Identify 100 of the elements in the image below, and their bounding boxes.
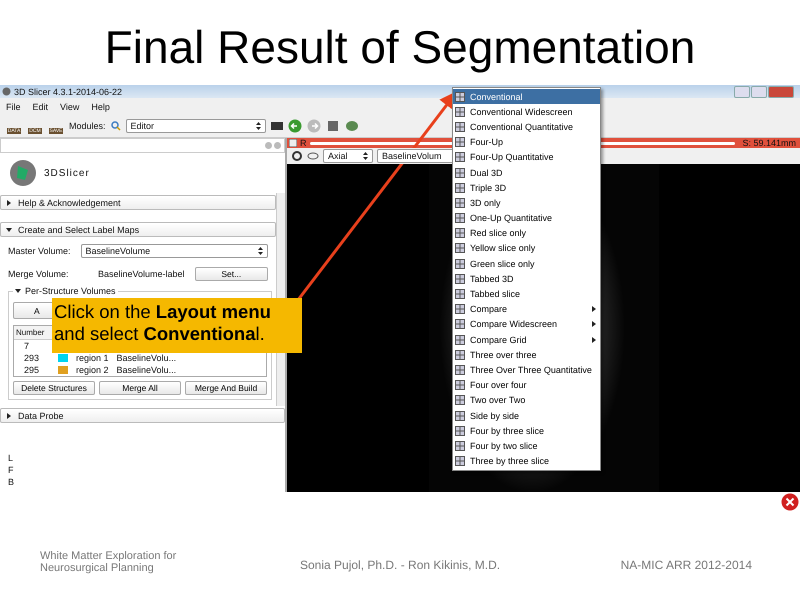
menu-item[interactable]: 3D only — [453, 195, 600, 210]
menu-item[interactable]: Tabbed 3D — [453, 271, 600, 286]
menu-item[interactable]: Four over four — [453, 378, 600, 393]
layout-grid-icon — [455, 182, 465, 193]
menu-item[interactable]: Red slice only — [453, 226, 600, 241]
menu-item[interactable]: Four-Up — [453, 134, 600, 150]
probe-label: L — [8, 453, 14, 463]
table-cell-text: 295 — [24, 365, 40, 375]
layout-grid-icon — [455, 137, 465, 148]
footer-text: White Matter Exploration for Neurosurgical Planning — [40, 550, 178, 574]
section-header[interactable]: Help & Acknowledgement — [0, 195, 276, 210]
section-title: Data Probe — [18, 410, 64, 420]
collapsed-arrow-icon — [6, 412, 12, 418]
table-cell: region 2 — [76, 365, 109, 375]
menu-item[interactable]: Conventional — [453, 89, 600, 104]
probe-label: B — [8, 477, 16, 487]
slice-label: R — [300, 138, 306, 148]
action-button[interactable]: Merge And Build — [185, 381, 267, 395]
instruction-tooltip: Click on the Layout menu and select Conventional. — [52, 298, 302, 353]
menu-item[interactable]: Compare — [453, 302, 600, 317]
menu-item[interactable]: Two over Two — [453, 392, 600, 408]
section-header[interactable]: Create and Select Label Maps — [0, 222, 276, 237]
search-icon[interactable] — [110, 121, 121, 131]
layout-grid-icon — [455, 198, 465, 208]
section-title: Help & Acknowledgement — [18, 198, 121, 208]
slice-offset: S: 59.141mm — [741, 138, 797, 148]
menu-item[interactable]: Compare Grid — [453, 332, 600, 348]
layout-grid-icon — [455, 258, 465, 269]
submenu-arrow-icon — [592, 306, 596, 312]
expanded-arrow-icon — [15, 288, 21, 294]
collapsed-arrow-icon — [6, 200, 12, 206]
spinner-arrows-icon — [363, 152, 368, 160]
menu-item[interactable]: Four by three slice — [453, 423, 600, 438]
eye-icon[interactable] — [307, 151, 319, 161]
menu-item[interactable]: Three Over Three Quantitative — [453, 362, 600, 378]
field-label: Master Volume: — [8, 246, 71, 256]
menu-item[interactable]: Green slice only — [453, 256, 600, 272]
spinner-arrows-icon — [256, 122, 261, 130]
menu-item[interactable]: Three by three slice — [453, 454, 600, 469]
menu-item[interactable]: Triple 3D — [453, 180, 600, 196]
section-header[interactable]: Data Probe — [0, 408, 285, 423]
link-icon[interactable] — [291, 150, 303, 162]
module-dropdown[interactable]: Editor — [126, 119, 266, 133]
field-label: Merge Volume: — [8, 268, 70, 278]
table-cell: BaselineVolu... — [116, 365, 176, 375]
layout-grid-icon — [455, 334, 465, 345]
logo-text: 3DSlicer — [44, 168, 90, 178]
table-cell: BaselineVolu... — [116, 353, 176, 363]
orientation-dropdown[interactable]: Axial — [323, 149, 373, 163]
menu-item[interactable]: Compare Widescreen — [453, 316, 600, 332]
layout-grid-icon — [455, 350, 465, 360]
close-button[interactable] — [768, 86, 794, 98]
action-button[interactable]: Delete Structures — [13, 381, 95, 395]
table-cell-text: 7 — [24, 341, 30, 351]
menu-item[interactable]: Help — [91, 102, 110, 112]
menu-item[interactable]: Three over three — [453, 347, 600, 362]
menu-item[interactable]: One-Up Quantitative — [453, 210, 600, 226]
layout-grid-icon — [455, 152, 465, 162]
menu-item[interactable]: Side by side — [453, 408, 600, 424]
footer-text: Sonia Pujol, Ph.D. - Ron Kikinis, M.D. — [300, 558, 500, 572]
expanded-arrow-icon — [6, 226, 12, 232]
layout-grid-icon — [455, 319, 465, 330]
layout-grid-icon — [455, 304, 465, 314]
menu-item[interactable]: Dual 3D — [453, 164, 600, 180]
menu-item[interactable]: Yellow slice only — [453, 240, 600, 256]
table-cell: region 1 — [76, 353, 109, 363]
menu-item[interactable]: Conventional Widescreen — [453, 104, 600, 120]
table-cell-text: 293 — [24, 353, 40, 363]
column-header: Number — [16, 328, 44, 337]
master-volume-dropdown[interactable]: BaselineVolume — [80, 244, 268, 258]
layout-grid-icon — [455, 122, 465, 132]
slide-title: Final Result of Segmentation — [104, 20, 696, 74]
modules-label: Modules: — [69, 121, 106, 131]
layout-grid-icon — [455, 274, 465, 284]
back-icon[interactable] — [288, 119, 302, 133]
layout-grid-icon — [455, 395, 465, 406]
set-button[interactable]: Set... — [194, 266, 268, 280]
menu-item[interactable]: Four by two slice — [453, 438, 600, 454]
spinner-arrows-icon — [258, 246, 263, 254]
menu-item[interactable]: View — [60, 102, 80, 112]
action-button[interactable]: Merge All — [99, 381, 181, 395]
layout-grid-icon — [455, 168, 465, 178]
menu-item[interactable]: Conventional Quantitative — [453, 119, 600, 135]
layout-grid-icon — [455, 228, 465, 238]
layout-grid-icon — [455, 213, 465, 224]
menu-item[interactable]: Edit — [32, 102, 48, 112]
layout-grid-icon — [455, 106, 465, 117]
submenu-arrow-icon — [592, 336, 596, 343]
merge-volume-value: BaselineVolume-label — [98, 268, 185, 278]
layout-grid-icon — [455, 426, 465, 436]
slicer-logo-icon — [8, 158, 38, 188]
window-title: 3D Slicer 4.3.1-2014-06-22 — [14, 86, 122, 96]
menu-item[interactable]: File — [6, 102, 21, 112]
shape-icon[interactable] — [344, 119, 359, 133]
app-logo-icon — [2, 87, 11, 96]
layout-grid-icon — [455, 243, 465, 254]
layout-grid-icon — [455, 289, 465, 300]
footer-text: NA-MIC ARR 2012-2014 — [620, 558, 752, 572]
menu-item[interactable]: Tabbed slice — [453, 286, 600, 302]
layout-grid-icon — [455, 440, 465, 451]
